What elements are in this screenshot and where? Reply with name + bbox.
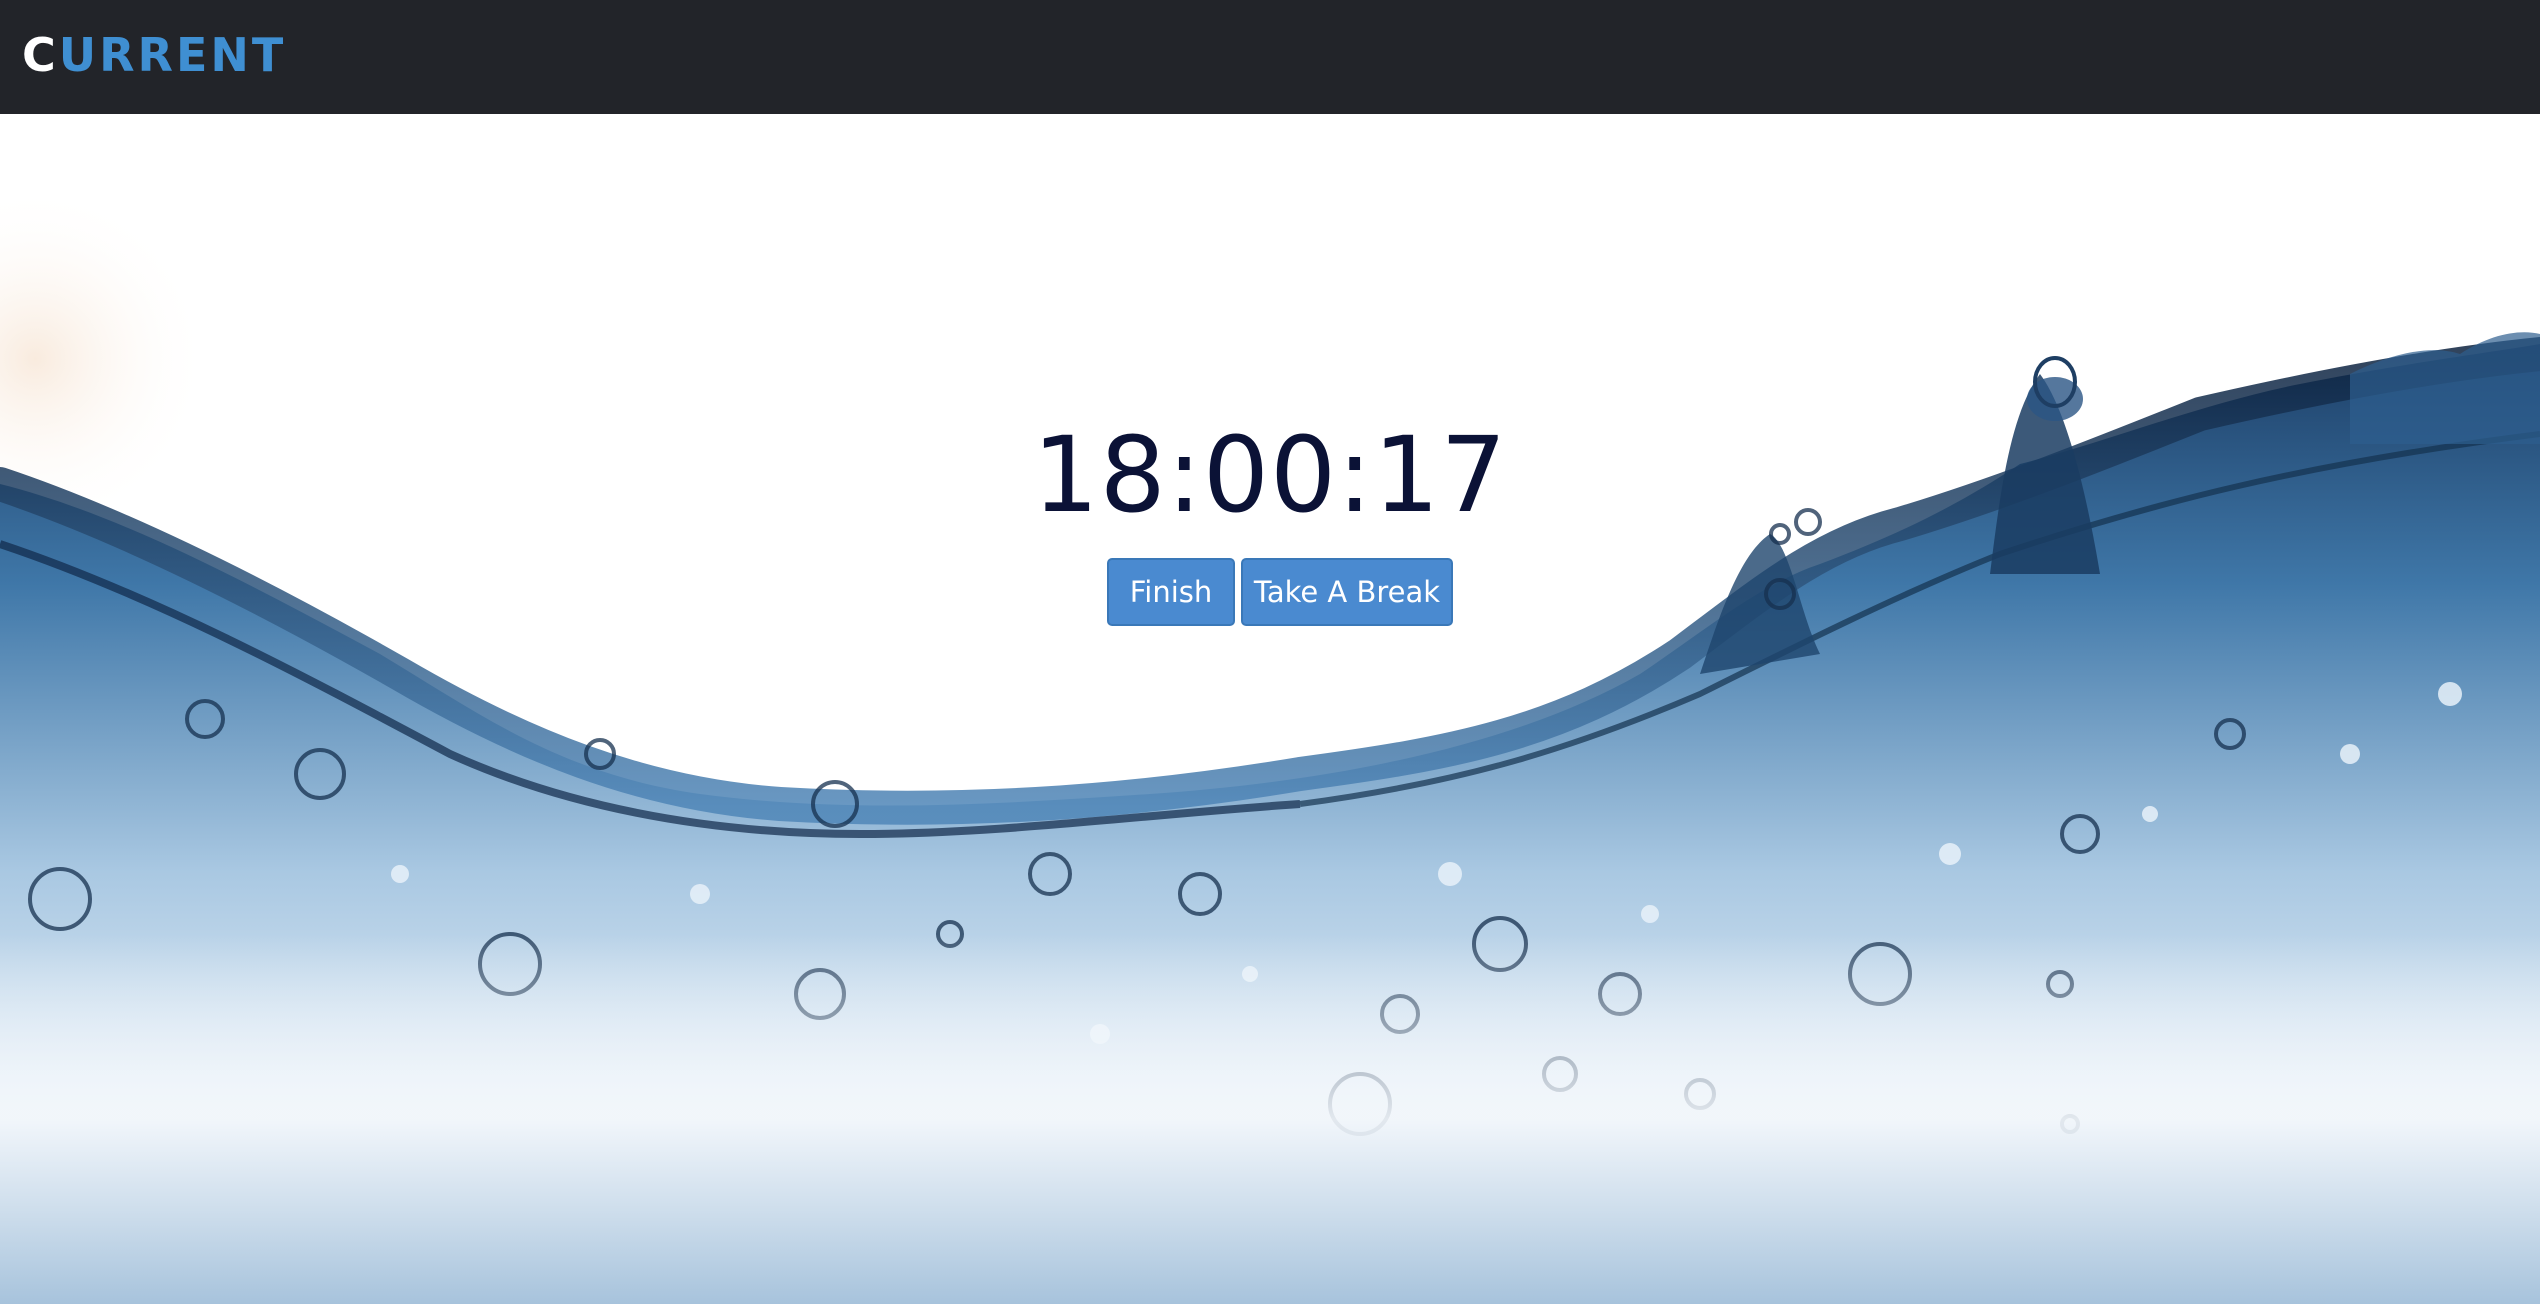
finish-button[interactable]: Finish — [1107, 558, 1235, 626]
brand-first-letter: C — [22, 28, 59, 82]
top-navbar: CURRENT — [0, 0, 2540, 114]
elapsed-timer: 18:00:17 — [1032, 414, 1508, 536]
water-splash-illustration — [0, 114, 2540, 1304]
timer-actions: Finish Take A Break — [1107, 558, 1453, 626]
brand-rest: URRENT — [58, 28, 287, 82]
take-a-break-button[interactable]: Take A Break — [1241, 558, 1453, 626]
brand-logo[interactable]: CURRENT — [22, 26, 286, 84]
water-splash-background: 18:00:17 Finish Take A Break — [0, 114, 2540, 1304]
